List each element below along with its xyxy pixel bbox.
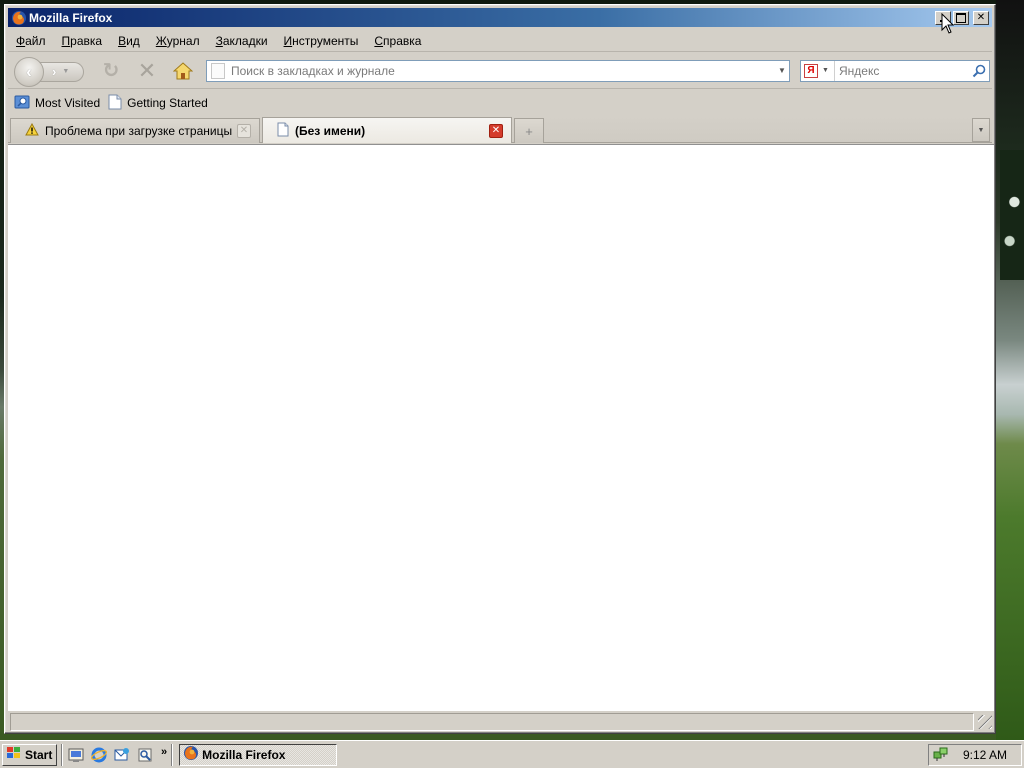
search-icon[interactable] [136,746,154,764]
taskbar: Start » Mozilla Firefox 9:12 AM [0,740,1024,768]
menu-bar: Файл Правка Вид Журнал Закладки Инструме… [8,30,992,52]
bookmark-most-visited[interactable]: Most Visited [14,94,100,113]
stop-icon[interactable]: ✕ [132,57,162,85]
forward-button[interactable]: › ▼ [40,61,84,82]
tab-close-icon[interactable]: ✕ [237,124,251,138]
desktop-background-edge [996,0,1024,740]
menu-tools[interactable]: Инструменты [284,34,359,48]
tab-close-icon[interactable]: ✕ [489,123,503,138]
navigation-toolbar: ›▼ ‹ ↻ ✕ ▼ Я ▼ [8,53,992,89]
bookmark-label: Getting Started [127,96,208,110]
system-tray: 9:12 AM [928,744,1022,766]
status-text [10,713,974,731]
taskbar-firefox-button[interactable]: Mozilla Firefox [179,743,338,766]
tab-strip: Проблема при загрузке страницы ✕ (Без им… [8,116,992,143]
warning-icon [25,122,39,139]
chevron-left-icon: ‹ [26,61,32,81]
clock[interactable]: 9:12 AM [963,748,1007,762]
mouse-cursor-icon [941,12,955,38]
windows-logo-icon [6,746,22,763]
start-label: Start [25,747,53,762]
firefox-icon [183,745,199,764]
menu-view[interactable]: Вид [118,34,140,48]
tab-untitled[interactable]: (Без имени) ✕ [262,117,512,143]
outlook-express-icon[interactable] [113,746,131,764]
status-bar [8,712,994,732]
resize-grip-icon[interactable] [978,715,992,729]
bookmark-label: Most Visited [35,96,101,110]
smart-folder-icon [14,94,30,113]
chevron-right-icon: › [52,64,57,79]
url-bar[interactable]: ▼ [206,59,790,82]
page-icon [211,62,225,79]
firefox-icon [11,10,27,26]
maximize-button[interactable] [953,10,969,25]
bookmark-getting-started[interactable]: Getting Started [108,94,208,113]
taskbar-separator [61,743,63,766]
firefox-window: Mozilla Firefox ✕ Файл Правка Вид Журнал… [4,4,996,734]
quick-launch: » [67,746,167,764]
page-icon [108,94,122,113]
quick-launch-more-icon[interactable]: » [161,746,167,758]
menu-help[interactable]: Справка [374,34,421,48]
search-engine-button[interactable]: Я ▼ [801,60,835,81]
tab-label: Проблема при загрузке страницы [45,124,233,138]
search-bar[interactable]: Я ▼ [800,59,990,82]
menu-bookmarks[interactable]: Закладки [216,34,268,48]
search-icon[interactable] [969,61,989,81]
blank-page-icon [277,122,289,140]
menu-history[interactable]: Журнал [156,34,200,48]
close-button[interactable]: ✕ [973,10,989,25]
bookmarks-toolbar: Most Visited Getting Started [8,91,992,115]
title-bar[interactable]: Mozilla Firefox ✕ [8,8,992,27]
yandex-icon: Я [804,63,818,78]
home-icon[interactable] [168,57,198,85]
back-forward-group: › ▼ ‹ [14,56,90,87]
menu-file[interactable]: Файл [16,34,46,48]
reload-icon[interactable]: ↻ [96,57,126,85]
list-all-tabs-button[interactable]: ▼ [972,118,990,142]
chevron-down-icon: ▼ [977,126,985,134]
tab-label: (Без имени) [295,123,366,138]
taskbar-firefox-label: Mozilla Firefox [202,747,286,762]
show-desktop-icon[interactable] [67,746,85,764]
page-content[interactable] [8,144,994,711]
url-input[interactable] [231,61,775,80]
tree-image [1000,150,1024,280]
taskbar-separator [171,743,174,766]
menu-edit[interactable]: Правка [62,34,103,48]
back-button[interactable]: ‹ [14,56,44,87]
new-tab-button[interactable]: + [514,118,544,143]
plus-icon: + [525,123,533,139]
start-button[interactable]: Start [2,743,57,766]
network-icon[interactable] [933,746,949,765]
dropdown-arrow-icon: ▼ [822,67,829,74]
internet-explorer-icon[interactable] [90,746,108,764]
window-title: Mozilla Firefox [29,10,113,25]
dropdown-arrow-icon[interactable]: ▼ [62,68,69,75]
search-input[interactable] [835,62,969,79]
url-history-dropdown-icon[interactable]: ▼ [775,66,789,75]
tab-problem-loading[interactable]: Проблема при загрузке страницы ✕ [10,118,260,143]
